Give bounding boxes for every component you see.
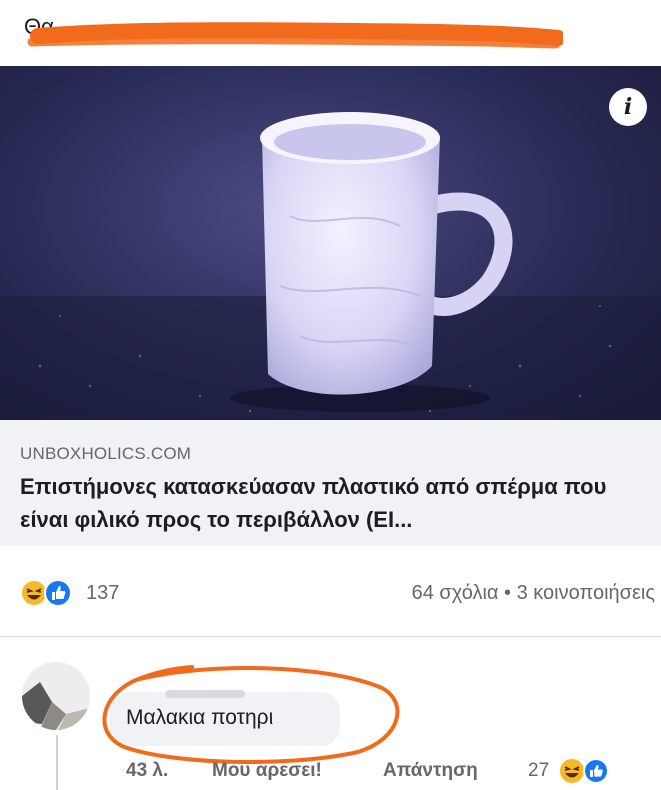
plastic-cup-image — [0, 112, 661, 420]
comment-time[interactable]: 43 λ. — [126, 760, 168, 782]
comments-count[interactable]: 64 σχόλια — [412, 582, 499, 604]
reply-button[interactable]: Απάντηση — [383, 760, 478, 782]
orange-scribble-redaction — [27, 22, 563, 49]
comment-reaction-icons[interactable] — [558, 757, 612, 785]
reaction-summary: 137 64 σχόλια • 3 κοινοποιήσεις — [0, 566, 661, 616]
info-icon[interactable]: i — [609, 88, 647, 126]
haha-icon — [558, 757, 586, 785]
like-icon — [583, 758, 609, 784]
comment-reaction-count[interactable]: 27 — [528, 760, 549, 782]
haha-icon — [20, 579, 48, 607]
link-title[interactable]: Επιστήμονες κατασκεύασαν πλαστικό από σπ… — [20, 470, 650, 536]
orange-circle-highlight — [102, 665, 400, 764]
stats-separator: • — [504, 582, 512, 604]
avatar-image — [22, 662, 90, 730]
avatar[interactable] — [22, 662, 90, 730]
divider — [0, 636, 661, 637]
shares-count[interactable]: 3 κοινοποιήσεις — [517, 582, 655, 604]
reaction-count[interactable]: 137 — [86, 582, 119, 605]
comment-thread-line — [56, 735, 58, 790]
comment-share-stats[interactable]: 64 σχόλια • 3 κοινοποιήσεις — [412, 582, 655, 605]
post-caption: Θα — [0, 0, 661, 60]
article-image[interactable]: i — [0, 66, 661, 420]
like-button[interactable]: Μου αρεσει! — [212, 760, 322, 782]
link-domain: UNBOXHOLICS.COM — [20, 444, 192, 463]
reaction-icons[interactable] — [20, 579, 78, 607]
comment-actions: 43 λ. Μου αρεσει! Απάντηση 27 — [124, 757, 644, 785]
like-icon — [44, 579, 72, 607]
